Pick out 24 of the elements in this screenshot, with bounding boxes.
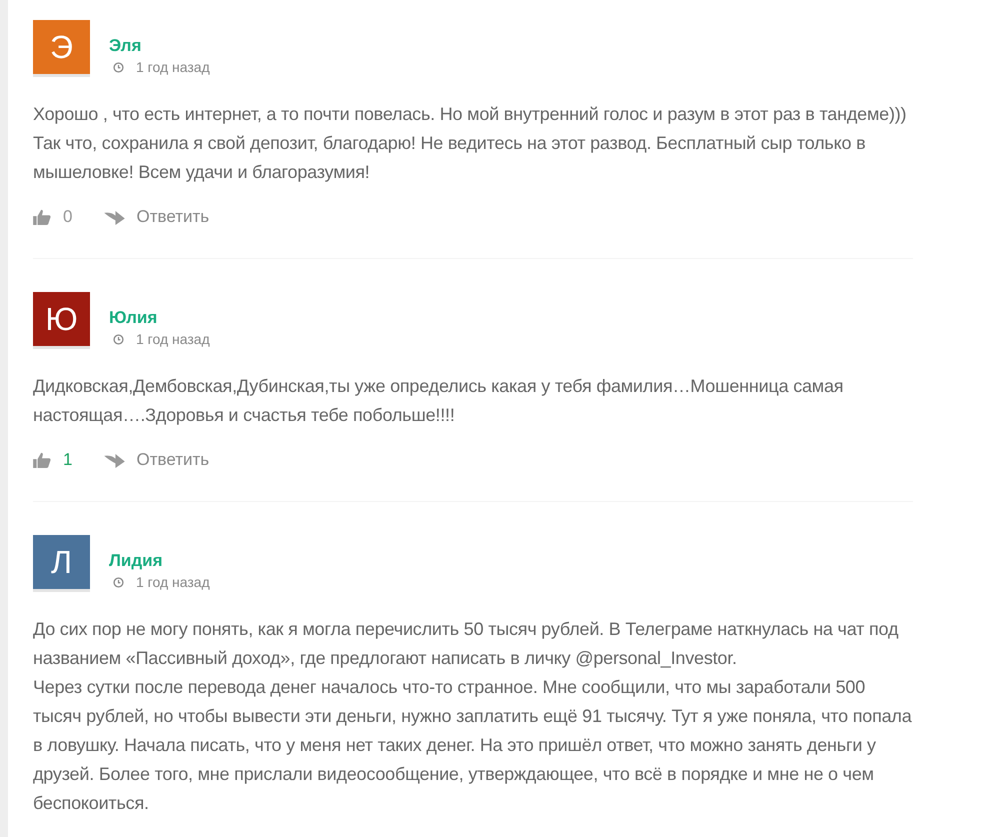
like-count: 1 (63, 450, 72, 470)
comment-text: Хорошо , что есть интернет, а то почти повелась. Но мой внутренний голос и разум в этот раз в тандеме))) Так что, сохранила я свой депозит, благодарю! Не ведитесь на этот развод. Бесплатный сыр только в мышеловке! Всем удачи и благоразумия! (33, 103, 908, 184)
author-name[interactable]: Лидия (109, 551, 210, 571)
author-name[interactable]: Эля (109, 36, 210, 56)
reply-arrow-icon (104, 452, 126, 468)
comment-time: 1 год назад (136, 574, 210, 590)
reply-arrow-icon (104, 210, 126, 224)
reply-button[interactable]: Ответить (104, 450, 210, 470)
thumbs-up-icon (33, 452, 51, 468)
clock-icon (113, 334, 124, 344)
like-count: 0 (63, 207, 72, 227)
comment-time: 1 год назад (136, 59, 210, 75)
avatar: Л (33, 535, 90, 592)
comment-text: До сих пор не могу понять, как я могла перечислить 50 тысяч рублей. В Телеграме наткнулась на чат под названием «Пассивный доход», где предлогают написать в личку @personal_Investor. (33, 618, 900, 670)
comment-text: Дидковская,Дембовская,Дубинская,ты уже определись какая у тебя фамилия…Мошенница самая настоящая….Здоровья и счастья тебе побольше!!!! (33, 375, 844, 427)
author-name[interactable]: Юлия (109, 308, 210, 328)
reply-button[interactable]: Ответить (104, 207, 210, 227)
comment-text: Через сутки после перевода денег началось что-то странное. Мне сообщили, что мы заработали 500 тысяч рублей, но чтобы вывести эти деньги, нужно заплатить ещё 91 тысячу. Тут я уже поняла, что попала в ловушку. Начала писать, что у меня нет таких денег. На это пришёл ответ, что можно занять деньги у друзей. Более того, мне прислали видеосообщение, утверждающее, что всё в порядке и мне не о чем беспокоиться. (33, 676, 913, 815)
avatar: Э (33, 20, 90, 77)
comment-time: 1 год назад (136, 331, 210, 347)
clock-icon (113, 62, 124, 72)
clock-icon (113, 576, 124, 588)
thumbs-up-icon (33, 209, 51, 225)
avatar: Ю (33, 292, 90, 349)
